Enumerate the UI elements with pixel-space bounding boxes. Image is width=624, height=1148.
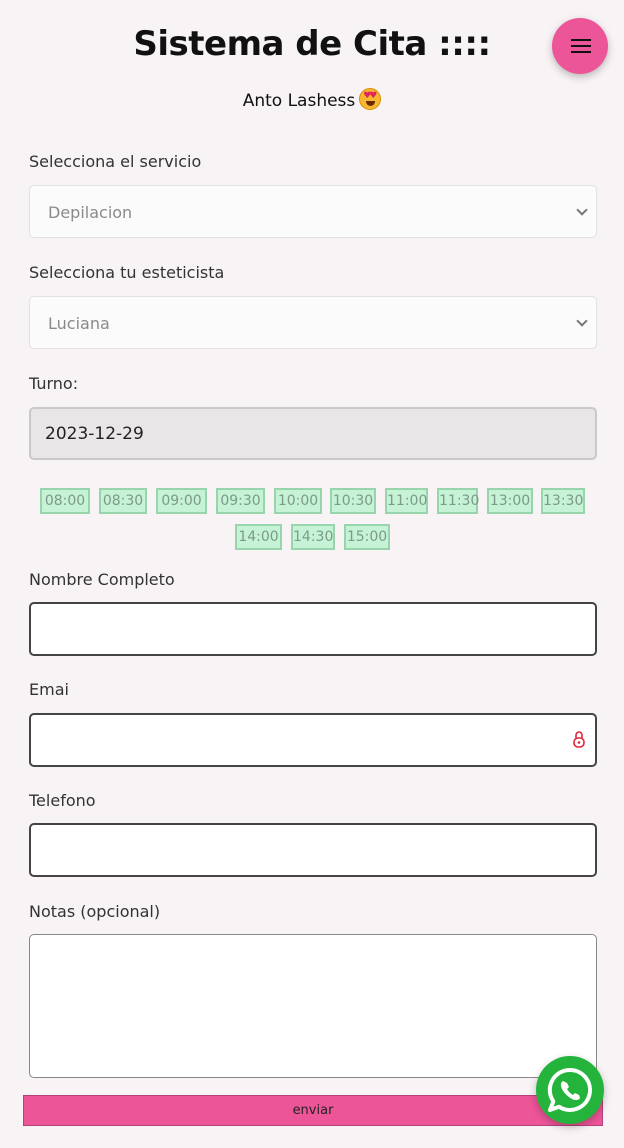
esthetician-label: Selecciona tu esteticista (29, 263, 225, 282)
whatsapp-icon (547, 1067, 592, 1112)
chevron-down-icon (576, 315, 588, 327)
time-slot-1430[interactable]: 14:30 (291, 524, 335, 550)
email-field[interactable] (29, 713, 597, 767)
time-slot-0800[interactable]: 08:00 (40, 488, 90, 514)
notes-label: Notas (opcional) (29, 902, 161, 921)
esthetician-select-value: Luciana (48, 314, 110, 333)
turno-label: Turno: (29, 374, 79, 393)
date-field[interactable]: 2023-12-29 (29, 407, 597, 460)
time-slot-0830[interactable]: 08:30 (99, 488, 147, 514)
time-slot-0900[interactable]: 09:00 (156, 488, 207, 514)
phone-label: Telefono (29, 791, 96, 810)
subtitle-text: Anto Lashess (242, 91, 356, 111)
hamburger-menu-icon (571, 39, 591, 41)
name-label: Nombre Completo (29, 570, 175, 589)
time-slot-1130[interactable]: 11:30 (437, 488, 479, 514)
email-label: Emai (29, 680, 69, 699)
time-slot-1100[interactable]: 11:00 (385, 488, 428, 514)
chevron-down-icon (576, 204, 588, 216)
esthetician-select[interactable]: Luciana (29, 296, 597, 349)
time-slot-1330[interactable]: 13:30 (541, 488, 585, 514)
hamburger-menu-icon-line (571, 51, 591, 53)
time-slot-1000[interactable]: 10:00 (274, 488, 322, 514)
notes-textarea[interactable] (29, 934, 597, 1078)
page-subtitle: Anto Lashess (0, 88, 624, 111)
time-slot-1030[interactable]: 10:30 (330, 488, 376, 514)
service-select-value: Depilacion (48, 203, 133, 222)
time-slot-1300[interactable]: 13:00 (487, 488, 533, 514)
time-slot-0930[interactable]: 09:30 (216, 488, 265, 514)
password-manager-lock-icon[interactable] (573, 729, 585, 749)
menu-button[interactable] (552, 18, 608, 74)
service-select[interactable]: Depilacion (29, 185, 597, 238)
date-field-value: 2023-12-29 (45, 424, 144, 444)
hamburger-menu-icon-line (571, 45, 591, 47)
time-slot-1500[interactable]: 15:00 (344, 524, 390, 550)
whatsapp-button[interactable] (536, 1056, 604, 1124)
submit-button[interactable]: enviar (23, 1095, 603, 1126)
service-label: Selecciona el servicio (29, 152, 202, 171)
name-field[interactable] (29, 602, 597, 656)
page-title: Sistema de Cita :::: (133, 24, 491, 64)
heart-eyes-emoji-icon (359, 88, 382, 110)
time-slot-1400[interactable]: 14:00 (235, 524, 282, 550)
phone-field[interactable] (29, 823, 597, 877)
